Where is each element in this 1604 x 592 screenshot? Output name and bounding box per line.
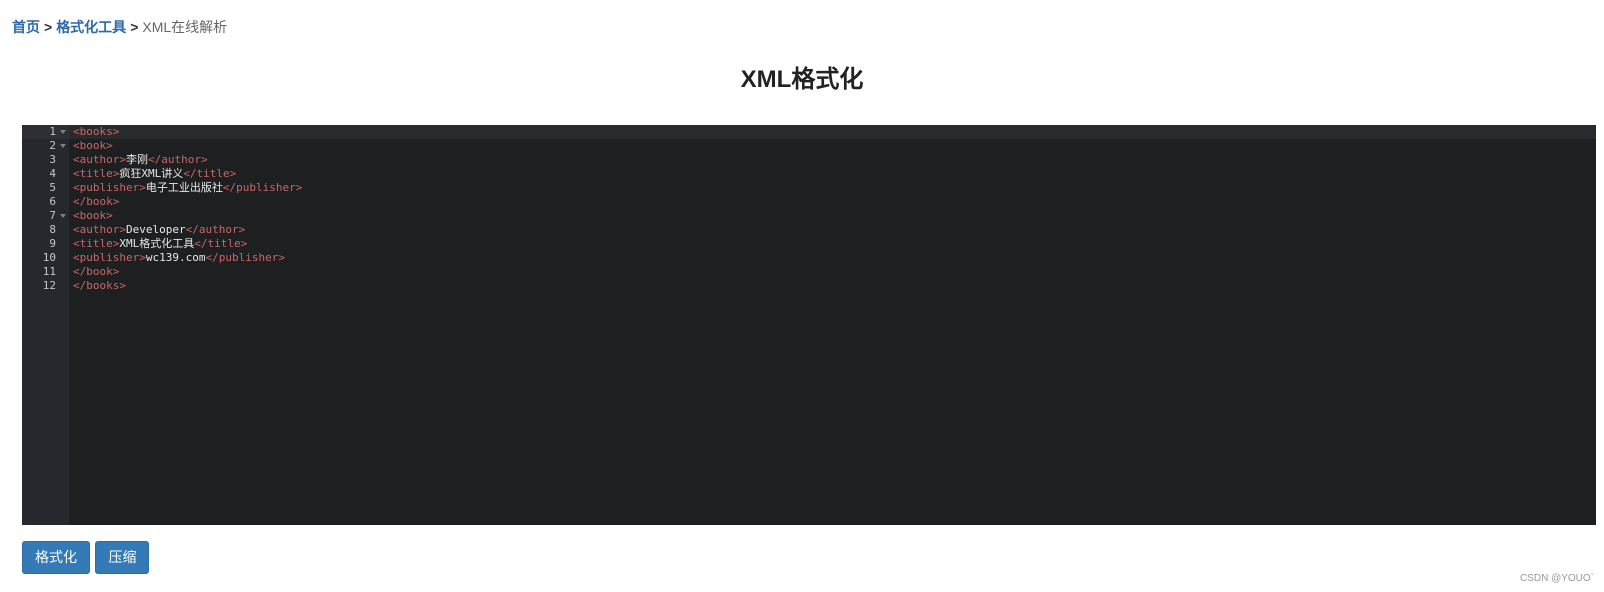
line-number-cell: 12: [22, 279, 69, 293]
editor-line[interactable]: 11 </book>: [22, 265, 1596, 279]
compress-button[interactable]: 压缩: [95, 541, 150, 574]
code-text: <title>XML格式化工具</title>: [73, 237, 247, 251]
line-number: 11: [42, 265, 56, 278]
editor-line[interactable]: 12 </books>: [22, 279, 1596, 293]
line-number-cell: 11: [22, 265, 69, 279]
line-number: 12: [42, 279, 56, 292]
xml-text: XML格式化工具: [119, 237, 195, 250]
format-button[interactable]: 格式化: [22, 541, 90, 574]
xml-tag: </author>: [147, 153, 208, 166]
xml-tag: </publisher>: [222, 181, 303, 194]
breadcrumb-home-link[interactable]: 首页: [12, 19, 40, 35]
breadcrumb-separator: >: [130, 19, 139, 35]
xml-code-editor[interactable]: 1 <books> 2 <book> 3 <author>李刚</author> 4 <tit…: [22, 125, 1596, 525]
page: 首页 > 格式化工具 > XML在线解析 XML格式化 1 <books> 2 <book> 3…: [0, 0, 1604, 592]
xml-tag: <book>: [73, 139, 113, 152]
editor-line[interactable]: 4 <title>疯狂XML讲义</title>: [22, 167, 1596, 181]
code-text: <book>: [73, 209, 113, 223]
xml-tag: </author>: [185, 223, 246, 236]
code-text: </book>: [73, 195, 119, 209]
editor-line[interactable]: 8 <author>Developer</author>: [22, 223, 1596, 237]
breadcrumb-tools-link[interactable]: 格式化工具: [56, 19, 126, 35]
editor-line[interactable]: 2 <book>: [22, 139, 1596, 153]
xml-text: Developer: [125, 223, 186, 236]
fold-arrow-icon[interactable]: [60, 214, 66, 218]
line-number-cell: 6: [22, 195, 69, 209]
line-number-cell: 5: [22, 181, 69, 195]
code-text: </book>: [73, 265, 119, 279]
code-text: <books>: [73, 125, 119, 139]
editor-line[interactable]: 10 <publisher>wc139.com</publisher>: [22, 251, 1596, 265]
code-text: <author>Developer</author>: [73, 223, 245, 237]
line-number-cell: 4: [22, 167, 69, 181]
line-number: 8: [49, 223, 56, 236]
code-text: <book>: [73, 139, 113, 153]
editor-line[interactable]: 7 <book>: [22, 209, 1596, 223]
breadcrumb: 首页 > 格式化工具 > XML在线解析: [12, 17, 227, 37]
line-number-cell: 8: [22, 223, 69, 237]
line-number: 1: [49, 125, 56, 138]
xml-tag: <books>: [73, 125, 120, 138]
breadcrumb-current: XML在线解析: [142, 19, 228, 35]
line-number: 2: [49, 139, 56, 152]
line-number: 7: [49, 209, 56, 222]
line-number-cell: 1: [22, 125, 69, 139]
xml-tag: <publisher>: [73, 181, 146, 194]
code-text: <title>疯狂XML讲义</title>: [73, 167, 236, 181]
xml-tag: <author>: [73, 223, 126, 236]
code-text: <author>李刚</author>: [73, 153, 208, 167]
line-number: 10: [42, 251, 56, 264]
line-number-cell: 3: [22, 153, 69, 167]
line-number: 9: [49, 237, 56, 250]
xml-tag: <book>: [73, 209, 113, 222]
xml-tag: </book>: [73, 195, 120, 208]
xml-tag: </books>: [73, 279, 126, 292]
xml-text: 疯狂XML讲义: [119, 167, 184, 180]
editor-line[interactable]: 6 </book>: [22, 195, 1596, 209]
xml-tag: </title>: [194, 237, 248, 250]
editor-line[interactable]: 1 <books>: [22, 125, 1596, 139]
xml-text: 电子工业出版社: [145, 181, 223, 194]
xml-tag: <title>: [73, 167, 120, 180]
watermark: CSDN @YOUO`: [1519, 573, 1594, 584]
xml-tag: <title>: [73, 237, 120, 250]
editor-lines[interactable]: 1 <books> 2 <book> 3 <author>李刚</author> 4 <tit…: [22, 125, 1596, 293]
breadcrumb-separator: >: [44, 19, 53, 35]
xml-tag: <author>: [73, 153, 126, 166]
xml-tag: <publisher>: [73, 251, 146, 264]
line-number-cell: 2: [22, 139, 69, 153]
code-text: </books>: [73, 279, 126, 293]
line-number-cell: 9: [22, 237, 69, 251]
editor-line[interactable]: 5 <publisher>电子工业出版社</publisher>: [22, 181, 1596, 195]
line-number: 4: [49, 167, 56, 180]
line-number: 3: [49, 153, 56, 166]
xml-tag: </book>: [73, 265, 120, 278]
line-number-cell: 10: [22, 251, 69, 265]
xml-tag: </publisher>: [205, 251, 285, 264]
page-title: XML格式化: [740, 66, 864, 93]
xml-text: 李刚: [125, 153, 148, 166]
code-text: <publisher>电子工业出版社</publisher>: [73, 181, 302, 195]
line-number: 6: [49, 195, 56, 208]
editor-line[interactable]: 3 <author>李刚</author>: [22, 153, 1596, 167]
code-text: <publisher>wc139.com</publisher>: [73, 251, 285, 265]
xml-tag: </title>: [183, 167, 237, 180]
editor-line[interactable]: 9 <title>XML格式化工具</title>: [22, 237, 1596, 251]
line-number-cell: 7: [22, 209, 69, 223]
fold-arrow-icon[interactable]: [60, 144, 66, 148]
xml-text: wc139.com: [145, 251, 206, 264]
action-buttons: 格式化 压缩: [22, 541, 150, 574]
line-number: 5: [49, 181, 56, 194]
fold-arrow-icon[interactable]: [60, 130, 66, 134]
